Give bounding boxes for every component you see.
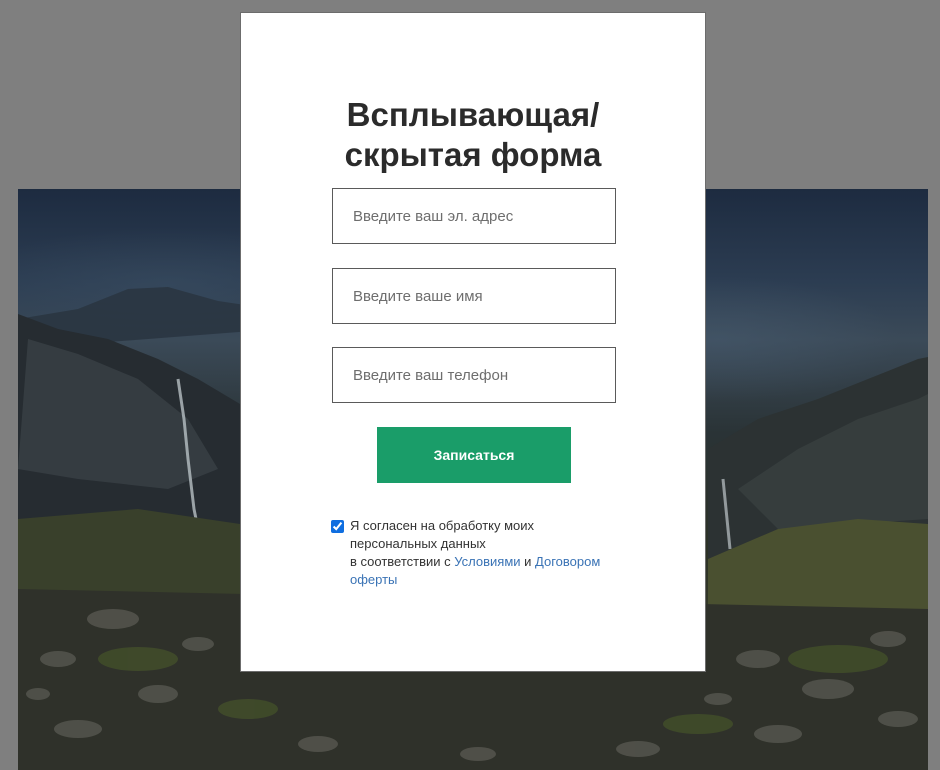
consent-conjunction: и [520, 554, 536, 569]
consent-block: Я согласен на обработку моих персональны… [331, 517, 621, 589]
form-title-line-1: Всплывающая/ [346, 96, 600, 133]
phone-field[interactable] [332, 347, 616, 403]
consent-checkbox[interactable] [331, 520, 344, 533]
name-field[interactable] [332, 268, 616, 324]
terms-link[interactable]: Условиями [454, 554, 520, 569]
consent-text: Я согласен на обработку моих персональны… [350, 517, 621, 589]
email-field[interactable] [332, 188, 616, 244]
popup-form-modal: Всплывающая/ скрытая форма Записаться Я … [240, 12, 706, 672]
form-title-line-2: скрытая форма [344, 136, 602, 173]
consent-text-prefix: в соответствии с [350, 554, 455, 569]
consent-text-line-1: Я согласен на обработку моих персональны… [350, 518, 535, 551]
subscribe-button[interactable]: Записаться [377, 427, 571, 483]
form-title: Всплывающая/ скрытая форма [241, 95, 705, 175]
